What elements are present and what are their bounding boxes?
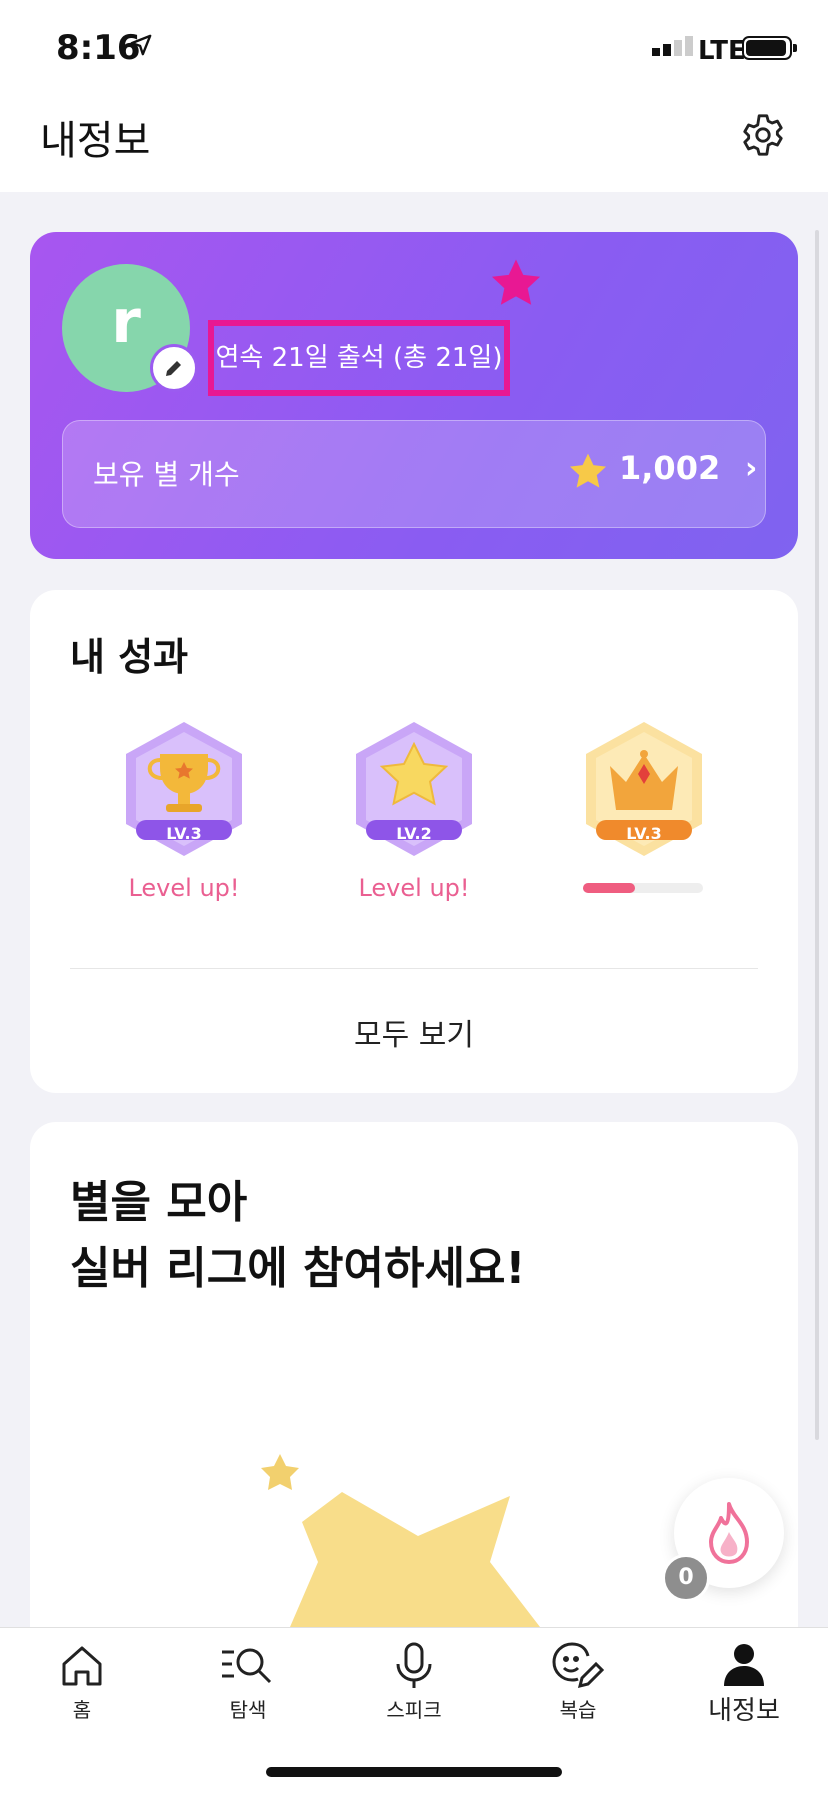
home-icon bbox=[62, 1646, 102, 1686]
tab-profile[interactable]: 내정보 bbox=[674, 1642, 814, 1727]
view-all-button[interactable]: 모두 보기 bbox=[30, 1010, 798, 1054]
star-icon bbox=[569, 453, 607, 488]
profile-icon bbox=[724, 1644, 764, 1686]
page-title: 내정보 bbox=[40, 118, 151, 164]
star-badge[interactable]: LV.2 bbox=[352, 720, 476, 860]
edit-avatar-button[interactable] bbox=[150, 344, 198, 392]
tab-home[interactable]: 홈 bbox=[12, 1642, 152, 1723]
attendance-streak: 연속 21일 출석 (총 21일) bbox=[208, 320, 510, 396]
badge-level: LV.3 bbox=[166, 824, 202, 843]
stars-count-row[interactable]: 보유 별 개수 1,002 › bbox=[62, 420, 766, 528]
divider bbox=[70, 968, 758, 969]
chevron-right-icon: › bbox=[745, 451, 758, 486]
badge-progress-fill bbox=[583, 883, 635, 893]
pink-star-icon bbox=[491, 259, 541, 305]
league-heading-line1: 별을 모아 bbox=[70, 1177, 248, 1228]
achievements-card: 내 성과 LV.3 Level up! LV.2 Level up! LV.3 … bbox=[30, 590, 798, 1093]
stars-label: 보유 별 개수 bbox=[93, 458, 240, 491]
tab-review-label: 복습 bbox=[559, 1698, 597, 1722]
tab-explore-label: 탐색 bbox=[229, 1698, 267, 1722]
battery-icon bbox=[742, 36, 797, 60]
flame-icon bbox=[709, 1502, 749, 1564]
network-label: LTE bbox=[698, 36, 746, 66]
streak-count-badge: 0 bbox=[662, 1554, 710, 1602]
home-indicator[interactable] bbox=[266, 1767, 562, 1777]
badge-status: Level up! bbox=[128, 874, 240, 902]
star-illustration bbox=[261, 1454, 540, 1627]
microphone-icon bbox=[396, 1642, 432, 1688]
profile-card: r 연속 21일 출석 (총 21일) 보유 별 개수 1,002 › bbox=[30, 232, 798, 559]
tab-home-label: 홈 bbox=[72, 1698, 92, 1722]
tab-review[interactable]: 복습 bbox=[508, 1642, 648, 1723]
tab-speak-label: 스피크 bbox=[386, 1698, 442, 1722]
crown-badge[interactable]: LV.3 bbox=[582, 720, 706, 860]
badge-status: Level up! bbox=[358, 874, 470, 902]
achievements-title: 내 성과 bbox=[70, 635, 189, 679]
stars-count: 1,002 bbox=[619, 449, 721, 487]
tab-speak[interactable]: 스피크 bbox=[344, 1642, 484, 1723]
review-icon bbox=[552, 1642, 604, 1689]
trophy-badge[interactable]: LV.3 bbox=[122, 720, 246, 860]
main-content[interactable]: r 연속 21일 출석 (총 21일) 보유 별 개수 1,002 › 내 성과 bbox=[30, 192, 798, 1627]
pencil-icon bbox=[166, 361, 181, 376]
badge-progress-bar bbox=[583, 883, 703, 893]
badge-level: LV.2 bbox=[396, 824, 432, 843]
scrollbar[interactable] bbox=[815, 230, 819, 1440]
search-list-icon bbox=[222, 1648, 272, 1684]
location-arrow-icon bbox=[130, 34, 152, 56]
page-header: 내정보 bbox=[0, 100, 828, 192]
status-bar: 8:16 LTE bbox=[0, 0, 828, 100]
signal-icon bbox=[652, 36, 696, 56]
badge-level: LV.3 bbox=[626, 824, 662, 843]
league-heading-line2: 실버 리그에 참여하세요! bbox=[70, 1243, 526, 1294]
status-time: 8:16 bbox=[56, 28, 141, 68]
settings-gear-icon[interactable] bbox=[740, 112, 786, 158]
tab-explore[interactable]: 탐색 bbox=[178, 1642, 318, 1723]
tab-profile-label: 내정보 bbox=[708, 1696, 780, 1726]
